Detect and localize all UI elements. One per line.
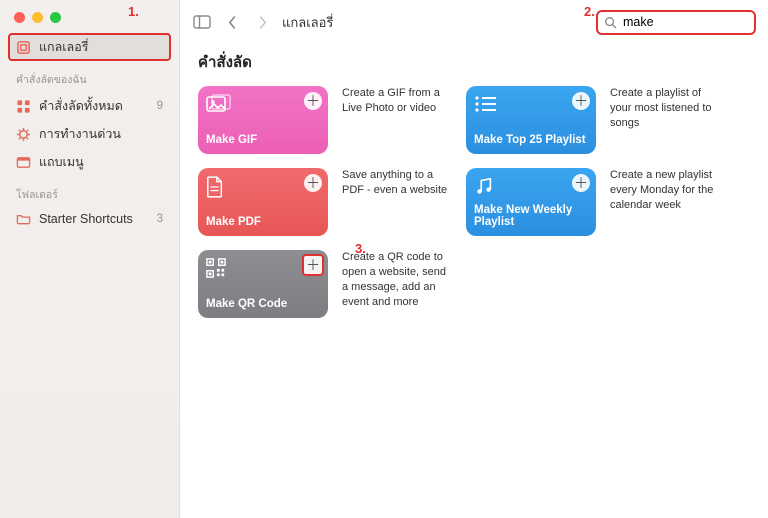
zoom-window-button[interactable] — [50, 12, 61, 23]
back-button[interactable] — [222, 12, 242, 32]
shortcut-title: Make Top 25 Playlist — [474, 134, 588, 146]
sidebar-item-quick-actions[interactable]: การทำงานด่วน — [8, 120, 171, 148]
shortcut-desc: Create a new playlist every Monday for t… — [610, 168, 720, 236]
annotation-1: 1. — [128, 4, 139, 19]
menubar-icon — [16, 155, 31, 170]
add-shortcut-button[interactable]: ＋ — [572, 174, 590, 192]
shortcut-title: Make GIF — [206, 134, 320, 146]
add-shortcut-button[interactable]: ＋ — [304, 174, 322, 192]
sidebar: แกลเลอรี่ คำสั่งลัดของฉัน คำสั่งลัดทั้งห… — [0, 0, 180, 518]
add-shortcut-button[interactable]: ＋ — [304, 92, 322, 110]
qr-icon — [206, 258, 230, 278]
image-icon — [206, 94, 230, 114]
sidebar-item-label: แกลเลอรี่ — [39, 37, 88, 57]
toolbar: แกลเลอรี่ — [180, 0, 768, 44]
shortcut-card-qr-code[interactable]: ＋ Make QR Code — [198, 250, 328, 318]
section-title: คำสั่งลัด — [198, 44, 750, 86]
sidebar-section-my: คำสั่งลัดของฉัน — [8, 61, 171, 92]
sidebar-item-all-shortcuts[interactable]: คำสั่งลัดทั้งหมด 9 — [8, 92, 171, 120]
shortcut-card-weekly-playlist[interactable]: ＋ Make New Weekly Playlist — [466, 168, 596, 236]
shortcut-desc: Create a playlist of your most listened … — [610, 86, 720, 154]
breadcrumb: แกลเลอรี่ — [282, 12, 333, 33]
close-window-button[interactable] — [14, 12, 25, 23]
minimize-window-button[interactable] — [32, 12, 43, 23]
gallery-icon — [16, 40, 31, 55]
shortcut-desc: Create a QR code to open a website, send… — [342, 250, 452, 318]
search-icon — [604, 16, 617, 29]
add-shortcut-button[interactable]: ＋ — [302, 254, 324, 276]
doc-icon — [206, 176, 230, 196]
annotation-3: 3. — [355, 241, 366, 256]
sidebar-section-folders: โฟลเดอร์ — [8, 176, 171, 207]
gear-icon — [16, 127, 31, 142]
search-input[interactable] — [623, 15, 768, 29]
sidebar-item-count: 9 — [157, 100, 163, 112]
folder-icon — [16, 211, 31, 226]
forward-button[interactable] — [252, 12, 272, 32]
window-controls — [8, 8, 171, 33]
search-box[interactable] — [596, 10, 756, 35]
shortcut-card-make-gif[interactable]: ＋ Make GIF — [198, 86, 328, 154]
shortcut-card-top25[interactable]: ＋ Make Top 25 Playlist — [466, 86, 596, 154]
shortcut-title: Make New Weekly Playlist — [474, 204, 588, 228]
sidebar-folder-starter[interactable]: Starter Shortcuts 3 — [8, 207, 171, 230]
add-shortcut-button[interactable]: ＋ — [572, 92, 590, 110]
sidebar-item-label: แถบเมนู — [39, 152, 84, 172]
sidebar-item-count: 3 — [157, 213, 163, 225]
shortcut-card-make-pdf[interactable]: ＋ Make PDF — [198, 168, 328, 236]
sidebar-item-gallery[interactable]: แกลเลอรี่ — [8, 33, 171, 61]
shortcut-desc: Create a GIF from a Live Photo or video — [342, 86, 452, 154]
shortcut-title: Make PDF — [206, 216, 320, 228]
toggle-sidebar-button[interactable] — [192, 12, 212, 32]
sidebar-item-menubar[interactable]: แถบเมนู — [8, 148, 171, 176]
sidebar-item-label: การทำงานด่วน — [39, 124, 121, 144]
sidebar-item-label: Starter Shortcuts — [39, 212, 133, 226]
shortcut-title: Make QR Code — [206, 298, 320, 310]
annotation-2: 2. — [584, 4, 595, 19]
main-area: แกลเลอรี่ คำสั่งลัด ＋ Make GIF Create a … — [180, 0, 768, 518]
music-icon — [474, 176, 498, 196]
sidebar-item-label: คำสั่งลัดทั้งหมด — [39, 96, 123, 116]
shortcuts-grid: ＋ Make GIF Create a GIF from a Live Phot… — [198, 86, 750, 318]
grid-icon — [16, 99, 31, 114]
shortcut-desc: Save anything to a PDF - even a website — [342, 168, 452, 236]
content: คำสั่งลัด ＋ Make GIF Create a GIF from a… — [180, 44, 768, 336]
list-icon — [474, 94, 498, 114]
